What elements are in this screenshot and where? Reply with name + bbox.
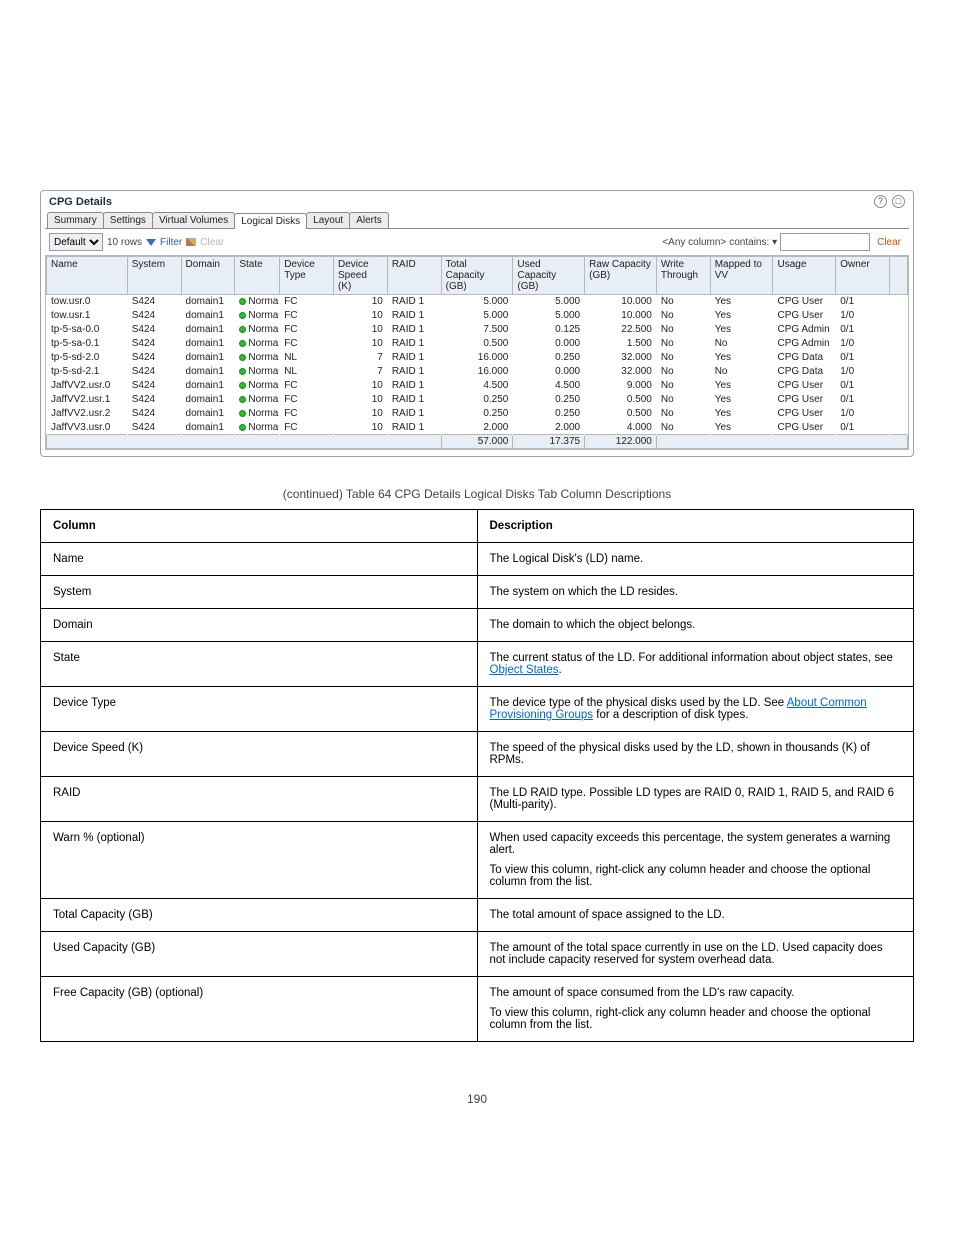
- view-select[interactable]: Default: [49, 233, 103, 251]
- desc-column-description: The Logical Disk's (LD) name.: [477, 543, 914, 576]
- tab-virtual-volumes[interactable]: Virtual Volumes: [152, 212, 235, 228]
- column-header[interactable]: Mapped to VV: [710, 257, 773, 295]
- grid-footer-row: 57.000 17.375 122.000: [47, 435, 908, 449]
- desc-column-name: Domain: [41, 609, 478, 642]
- tab-logical-disks[interactable]: Logical Disks: [234, 213, 307, 229]
- cpg-details-panel: CPG Details ? □ SummarySettingsVirtual V…: [40, 190, 914, 457]
- grid-toolbar: Default 10 rows Filter Clear <Any column…: [45, 229, 909, 255]
- cross-reference-link[interactable]: About Common Provisioning Groups: [490, 697, 867, 721]
- desc-row: Warn % (optional)When used capacity exce…: [41, 822, 914, 899]
- column-header[interactable]: Write Through: [656, 257, 710, 295]
- page-number: 190: [40, 1092, 914, 1106]
- desc-row: Device TypeThe device type of the physic…: [41, 687, 914, 732]
- eraser-icon: [186, 238, 196, 246]
- figure-caption: (continued) Table 64 CPG Details Logical…: [40, 487, 914, 501]
- desc-header-column: Column: [41, 510, 478, 543]
- cross-reference-link[interactable]: Object States: [490, 664, 559, 676]
- table-row[interactable]: tow.usr.1S424domain1NormalFC10RAID 15.00…: [47, 309, 908, 323]
- table-row[interactable]: JaffVV2.usr.0S424domain1NormalFC10RAID 1…: [47, 379, 908, 393]
- desc-column-name: State: [41, 642, 478, 687]
- desc-column-name: Name: [41, 543, 478, 576]
- state-dot-icon: [239, 312, 246, 319]
- desc-column-description: The LD RAID type. Possible LD types are …: [477, 777, 914, 822]
- column-header[interactable]: State: [235, 257, 280, 295]
- column-header[interactable]: Owner: [836, 257, 890, 295]
- filter-input[interactable]: [780, 233, 870, 251]
- desc-row: Free Capacity (GB) (optional)The amount …: [41, 977, 914, 1042]
- desc-row: NameThe Logical Disk's (LD) name.: [41, 543, 914, 576]
- grid-header-row[interactable]: NameSystemDomainStateDevice TypeDevice S…: [47, 257, 908, 295]
- any-column-label: <Any column>: [662, 237, 726, 248]
- state-dot-icon: [239, 382, 246, 389]
- desc-column-description: The system on which the LD resides.: [477, 576, 914, 609]
- desc-column-name: RAID: [41, 777, 478, 822]
- desc-row: RAIDThe LD RAID type. Possible LD types …: [41, 777, 914, 822]
- desc-column-name: Device Speed (K): [41, 732, 478, 777]
- column-header[interactable]: Name: [47, 257, 128, 295]
- state-dot-icon: [239, 410, 246, 417]
- panel-title: CPG Details: [49, 196, 112, 208]
- desc-column-name: Warn % (optional): [41, 822, 478, 899]
- desc-column-name: Device Type: [41, 687, 478, 732]
- help-icon[interactable]: ?: [874, 195, 887, 208]
- tabs: SummarySettingsVirtual VolumesLogical Di…: [45, 212, 909, 229]
- filter-label[interactable]: Filter: [160, 237, 182, 248]
- filter-icon: [146, 239, 156, 246]
- desc-row: SystemThe system on which the LD resides…: [41, 576, 914, 609]
- desc-row: Total Capacity (GB)The total amount of s…: [41, 899, 914, 932]
- desc-row: Device Speed (K)The speed of the physica…: [41, 732, 914, 777]
- desc-column-description: The current status of the LD. For additi…: [477, 642, 914, 687]
- row-count-label: 10 rows: [107, 237, 142, 248]
- desc-column-description: The amount of space consumed from the LD…: [477, 977, 914, 1042]
- column-header[interactable]: RAID: [387, 257, 441, 295]
- state-dot-icon: [239, 298, 246, 305]
- desc-header-description: Description: [477, 510, 914, 543]
- clear-label[interactable]: Clear: [200, 237, 224, 248]
- desc-row: StateThe current status of the LD. For a…: [41, 642, 914, 687]
- state-dot-icon: [239, 396, 246, 403]
- desc-column-description: The speed of the physical disks used by …: [477, 732, 914, 777]
- column-header[interactable]: Raw Capacity (GB): [585, 257, 657, 295]
- column-header[interactable]: System: [127, 257, 181, 295]
- desc-row: Used Capacity (GB)The amount of the tota…: [41, 932, 914, 977]
- table-row[interactable]: tp-5-sa-0.0S424domain1NormalFC10RAID 17.…: [47, 323, 908, 337]
- table-row[interactable]: tp-5-sa-0.1S424domain1NormalFC10RAID 10.…: [47, 337, 908, 351]
- desc-column-name: System: [41, 576, 478, 609]
- desc-column-description: The device type of the physical disks us…: [477, 687, 914, 732]
- column-header[interactable]: Device Speed (K): [334, 257, 388, 295]
- table-row[interactable]: JaffVV2.usr.1S424domain1NormalFC10RAID 1…: [47, 393, 908, 407]
- table-row[interactable]: tp-5-sd-2.0S424domain1NormalNL7RAID 116.…: [47, 351, 908, 365]
- state-dot-icon: [239, 340, 246, 347]
- column-header[interactable]: Used Capacity (GB): [513, 257, 585, 295]
- table-row[interactable]: tp-5-sd-2.1S424domain1NormalNL7RAID 116.…: [47, 365, 908, 379]
- table-row[interactable]: JaffVV2.usr.2S424domain1NormalFC10RAID 1…: [47, 407, 908, 421]
- column-header[interactable]: Domain: [181, 257, 235, 295]
- logical-disks-grid: NameSystemDomainStateDevice TypeDevice S…: [45, 255, 909, 450]
- desc-column-name: Total Capacity (GB): [41, 899, 478, 932]
- tab-settings[interactable]: Settings: [103, 212, 153, 228]
- column-description-table: Column Description NameThe Logical Disk'…: [40, 509, 914, 1042]
- clear-filter-link[interactable]: Clear: [873, 237, 905, 248]
- desc-row: DomainThe domain to which the object bel…: [41, 609, 914, 642]
- desc-column-name: Free Capacity (GB) (optional): [41, 977, 478, 1042]
- maximize-icon[interactable]: □: [892, 195, 905, 208]
- tab-summary[interactable]: Summary: [47, 212, 104, 228]
- state-dot-icon: [239, 424, 246, 431]
- table-row[interactable]: JaffVV3.usr.0S424domain1NormalFC10RAID 1…: [47, 421, 908, 435]
- column-header[interactable]: Device Type: [280, 257, 334, 295]
- desc-column-description: The total amount of space assigned to th…: [477, 899, 914, 932]
- state-dot-icon: [239, 326, 246, 333]
- tab-layout[interactable]: Layout: [306, 212, 350, 228]
- desc-column-name: Used Capacity (GB): [41, 932, 478, 977]
- tab-alerts[interactable]: Alerts: [349, 212, 389, 228]
- desc-column-description: The domain to which the object belongs.: [477, 609, 914, 642]
- table-row[interactable]: tow.usr.0S424domain1NormalFC10RAID 15.00…: [47, 295, 908, 309]
- desc-column-description: The amount of the total space currently …: [477, 932, 914, 977]
- column-header[interactable]: Total Capacity (GB): [441, 257, 513, 295]
- state-dot-icon: [239, 354, 246, 361]
- column-header[interactable]: Usage: [773, 257, 836, 295]
- desc-column-description: When used capacity exceeds this percenta…: [477, 822, 914, 899]
- state-dot-icon: [239, 368, 246, 375]
